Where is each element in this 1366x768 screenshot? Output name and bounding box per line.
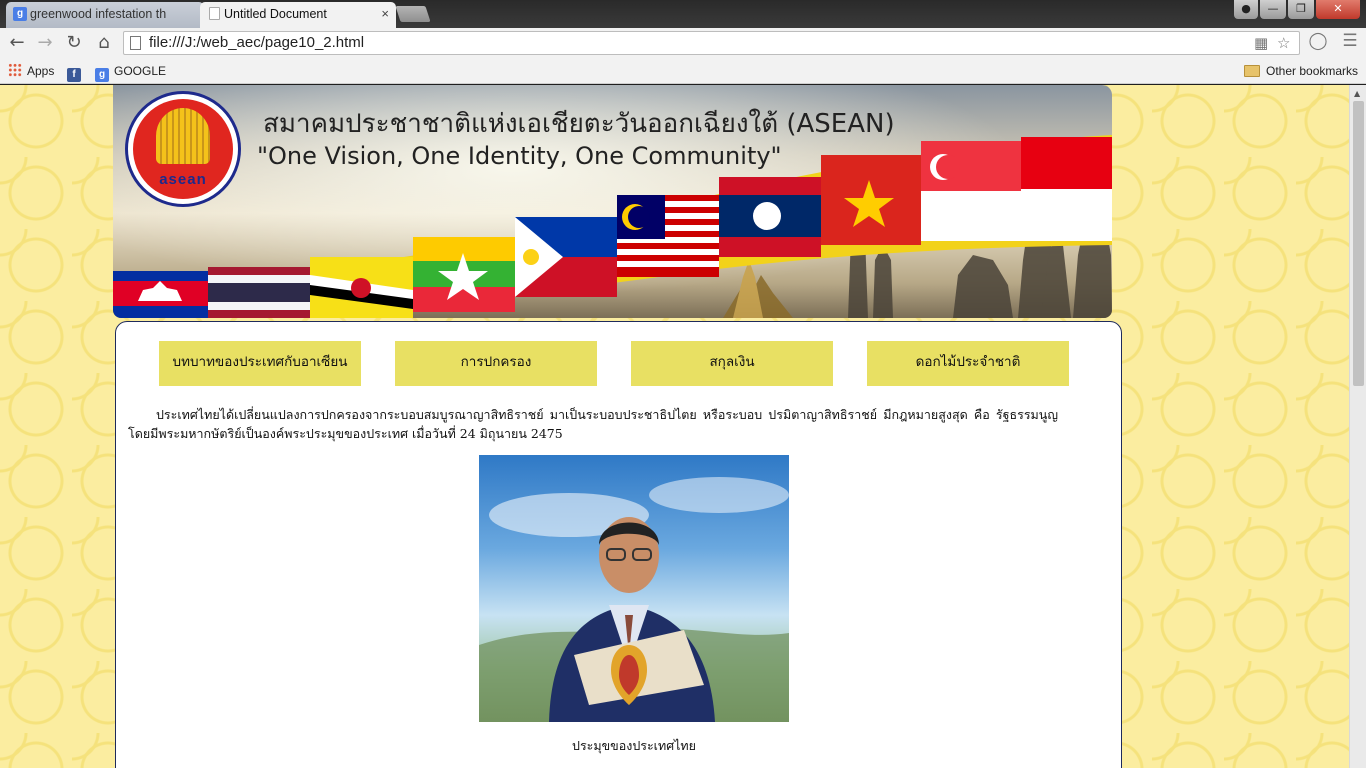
flag-vietnam — [821, 155, 921, 245]
flag-myanmar — [413, 237, 515, 312]
bookmark-star-icon[interactable]: ☆ — [1277, 34, 1290, 52]
scrollbar-thumb[interactable] — [1353, 101, 1364, 386]
extension-icon[interactable]: ◯ — [1307, 31, 1329, 51]
page-icon — [130, 36, 141, 50]
intro-paragraph: ประเทศไทยได้เปลี่ยนแปลงการปกครองจากระบอบ… — [128, 407, 1058, 441]
flag-brunei — [310, 257, 413, 318]
flag-singapore — [921, 141, 1021, 241]
flag-laos — [719, 177, 821, 257]
bookmark-label: Apps — [27, 64, 55, 78]
vertical-scrollbar[interactable]: ▲ — [1349, 85, 1366, 768]
flag-malaysia — [617, 195, 719, 277]
menu-button-currency[interactable]: สกุลเงิน — [631, 341, 833, 386]
asean-banner: asean สมาคมประชาชาติแห่งเอเชียตะวันออกเฉ… — [113, 85, 1112, 318]
profile-icon[interactable]: ● — [1234, 0, 1258, 19]
tab-title: Untitled Document — [224, 7, 327, 21]
menu-hamburger-icon[interactable]: ☰ — [1339, 31, 1361, 51]
content-panel: บทบาทของประเทศกับอาเซียน การปกครอง สกุลเ… — [115, 321, 1122, 768]
tab-untitled-document[interactable]: Untitled Document × — [200, 2, 396, 28]
back-arrow-icon[interactable]: ← — [5, 31, 29, 55]
address-bar[interactable]: file:///J:/web_aec/page10_2.html ▦ ☆ — [123, 31, 1300, 55]
banner-title-thai: สมาคมประชาชาติแห่งเอเชียตะวันออกเฉียงใต้… — [263, 109, 895, 139]
tab-close-icon[interactable]: × — [381, 2, 389, 26]
banner-slogan: "One Vision, One Identity, One Community… — [257, 142, 782, 170]
window-controls: ● — ❐ ✕ — [1234, 0, 1360, 20]
asean-logo-text: asean — [159, 171, 207, 188]
google-icon: g — [95, 68, 109, 82]
other-bookmarks-folder[interactable]: Other bookmarks — [1244, 63, 1358, 79]
bookmark-apps[interactable]: Apps — [8, 63, 54, 79]
portrait-illustration — [479, 477, 789, 722]
portrait-caption: ประมุขของประเทศไทย — [572, 738, 696, 753]
scroll-up-arrow-icon[interactable]: ▲ — [1354, 89, 1360, 98]
maximize-icon[interactable]: ❐ — [1288, 0, 1314, 19]
url-text[interactable]: file:///J:/web_aec/page10_2.html — [149, 34, 364, 51]
minimize-icon[interactable]: — — [1260, 0, 1286, 19]
bookmark-label: GOOGLE — [114, 64, 167, 78]
page-viewport: asean สมาคมประชาชาติแห่งเอเชียตะวันออกเฉ… — [0, 85, 1366, 768]
flag-indonesia — [1021, 137, 1112, 241]
flag-philippines — [515, 217, 617, 297]
rice-stalks-icon — [156, 108, 210, 164]
page-favicon-icon — [209, 7, 220, 20]
bookmark-facebook[interactable]: f — [67, 63, 86, 82]
reload-icon[interactable]: ↻ — [62, 31, 86, 55]
king-portrait-image — [479, 455, 789, 722]
forward-arrow-icon[interactable]: → — [33, 31, 57, 55]
home-icon[interactable]: ⌂ — [92, 31, 116, 55]
browser-toolbar: ← → ↻ ⌂ file:///J:/web_aec/page10_2.html… — [0, 28, 1366, 58]
facebook-icon: f — [67, 68, 81, 82]
menu-button-national-flower[interactable]: ดอกไม้ประจำชาติ — [867, 341, 1069, 386]
bookmark-google[interactable]: g GOOGLE — [95, 63, 166, 82]
folder-icon — [1244, 65, 1260, 77]
google-search-favicon-icon: g — [13, 7, 27, 21]
close-window-icon[interactable]: ✕ — [1316, 0, 1360, 19]
translate-icon[interactable]: ▦ — [1254, 34, 1268, 52]
asean-logo: asean — [125, 91, 241, 207]
bookmarks-bar: Apps f g GOOGLE Other bookmarks — [0, 58, 1366, 84]
flag-thailand — [208, 267, 310, 318]
bookmark-label: Other bookmarks — [1266, 64, 1359, 78]
browser-tab-strip: g greenwood infestation th Untitled Docu… — [0, 0, 1366, 28]
flag-cambodia — [113, 271, 208, 318]
menu-button-role[interactable]: บทบาทของประเทศกับอาเซียน — [159, 341, 361, 386]
tab-title: greenwood infestation th — [30, 7, 167, 21]
menu-button-government[interactable]: การปกครอง — [395, 341, 597, 386]
new-tab-button[interactable] — [395, 6, 431, 22]
tab-greenwood-search[interactable]: g greenwood infestation th — [6, 2, 204, 28]
apps-grid-icon — [8, 63, 22, 77]
